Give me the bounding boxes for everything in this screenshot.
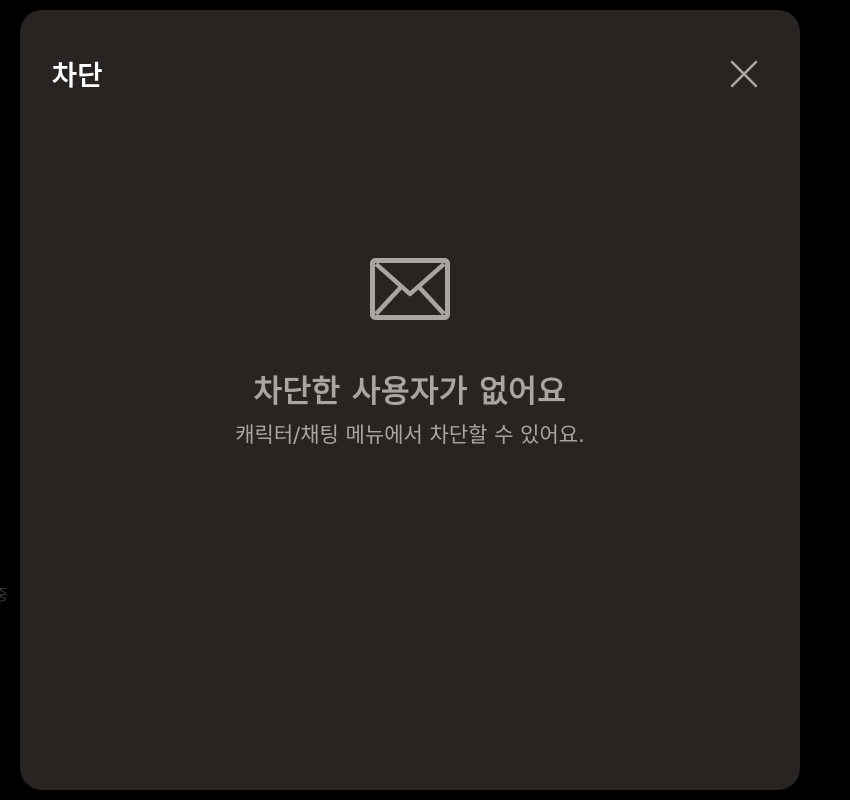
empty-state: 차단한 사용자가 없어요 캐릭터/채팅 메뉴에서 차단할 수 있어요. <box>20 258 800 450</box>
dialog-title: 차단 <box>52 61 103 92</box>
background-text-fragment: 중 <box>0 586 8 604</box>
empty-state-title: 차단한 사용자가 없어요 <box>253 374 567 410</box>
close-icon <box>730 60 758 88</box>
envelope-icon <box>370 258 450 320</box>
empty-state-subtitle: 캐릭터/채팅 메뉴에서 차단할 수 있어요. <box>235 423 585 447</box>
blocked-users-dialog: 차단 차단한 사용자가 없어요 캐릭터/채팅 메뉴에서 차단할 수 있어요. <box>20 10 800 790</box>
close-button[interactable] <box>720 54 768 94</box>
